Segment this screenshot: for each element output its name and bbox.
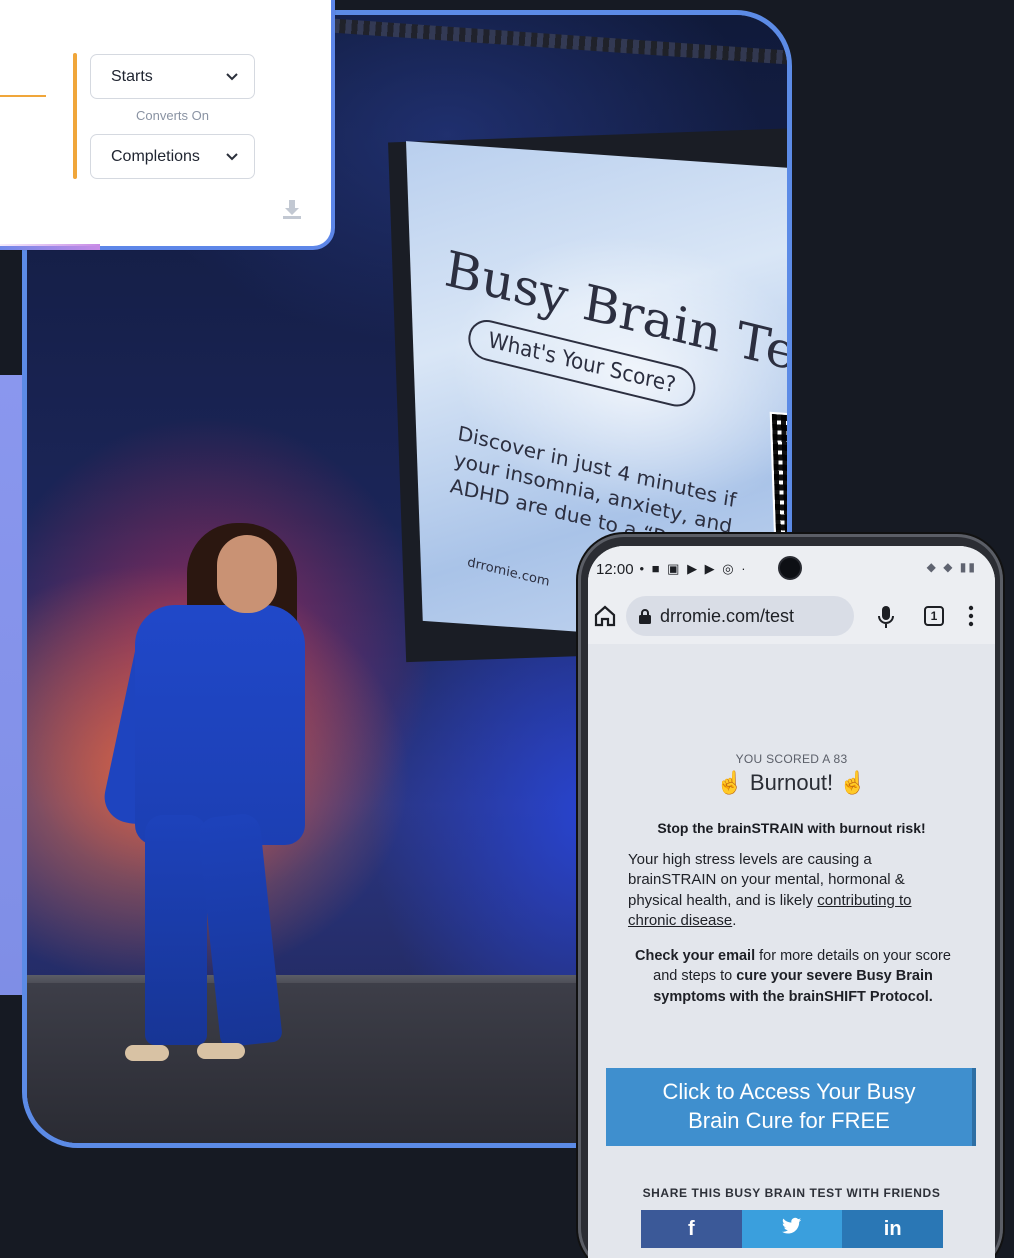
result-title: ☝ Burnout! ☝ [588, 770, 995, 796]
speaker-leg-left [145, 815, 207, 1045]
starts-select-value: Starts [111, 67, 153, 85]
status-notification-icons: • ■ ▣ ▶ ▶ ◎ · [639, 561, 748, 576]
converts-on-label: Converts On [136, 108, 209, 123]
address-bar-url: drromie.com/test [660, 605, 795, 626]
facebook-icon: f [688, 1217, 695, 1240]
share-buttons: f in [641, 1210, 944, 1248]
share-heading: SHARE THIS BUSY BRAIN TEST WITH FRIENDS [642, 1186, 941, 1200]
speaker-jacket [135, 605, 305, 845]
completions-select[interactable]: Completions [90, 134, 255, 179]
chevron-down-icon [226, 69, 238, 84]
result-description-end: . [732, 912, 737, 930]
twitter-icon [782, 1216, 802, 1242]
status-bar: 12:00 • ■ ▣ ▶ ▶ ◎ · ◆ ◆ ▮▮ [588, 546, 995, 592]
status-signal-icons: ◆ ◆ ▮▮ [926, 560, 977, 574]
funnel-connector-line [0, 95, 46, 97]
browser-toolbar: drromie.com/test 1 [588, 592, 995, 644]
pointing-hand-icon: ☝ [839, 770, 867, 795]
tabs-icon[interactable]: 1 [924, 606, 944, 626]
linkedin-icon: in [883, 1217, 902, 1240]
result-label: Burnout! [749, 770, 834, 795]
email-instructions-bold: Check your email [635, 948, 756, 964]
projection-url: drromie.com [466, 555, 551, 590]
score-line: YOU SCORED A 83 [735, 752, 848, 766]
status-time: 12:00 [596, 560, 634, 578]
pointing-hand-icon: ☝ [716, 770, 744, 795]
web-page-content: YOU SCORED A 83 ☝ Burnout! ☝ Stop the br… [588, 644, 995, 1258]
speaker-shoe-left [125, 1045, 169, 1061]
menu-icon[interactable] [968, 604, 974, 628]
home-icon[interactable] [592, 603, 618, 629]
speaker-shoe-right [197, 1043, 245, 1059]
email-instructions: Check your email for more details on you… [628, 946, 958, 1007]
funnel-bracket [73, 53, 77, 179]
mic-icon[interactable] [876, 604, 896, 630]
analytics-card: Starts Converts On Completions [0, 0, 335, 250]
linkedin-share-button[interactable]: in [842, 1210, 944, 1248]
twitter-share-button[interactable] [741, 1210, 843, 1248]
completions-select-value: Completions [111, 147, 200, 165]
download-icon[interactable] [281, 198, 303, 220]
starts-select[interactable]: Starts [90, 54, 255, 99]
address-bar[interactable]: drromie.com/test [626, 596, 854, 636]
phone-screen: 12:00 • ■ ▣ ▶ ▶ ◎ · ◆ ◆ ▮▮ drromie.com/t… [588, 546, 995, 1258]
result-headline: Stop the brainSTRAIN with burnout risk! [657, 820, 926, 836]
front-camera [778, 556, 802, 580]
chevron-down-icon [226, 149, 238, 164]
facebook-share-button[interactable]: f [641, 1210, 742, 1248]
result-description: Your high stress levels are causing a br… [628, 850, 958, 932]
access-cure-button[interactable]: Click to Access Your Busy Brain Cure for… [606, 1068, 976, 1146]
speaker-head [217, 535, 277, 613]
lock-icon [638, 608, 652, 624]
